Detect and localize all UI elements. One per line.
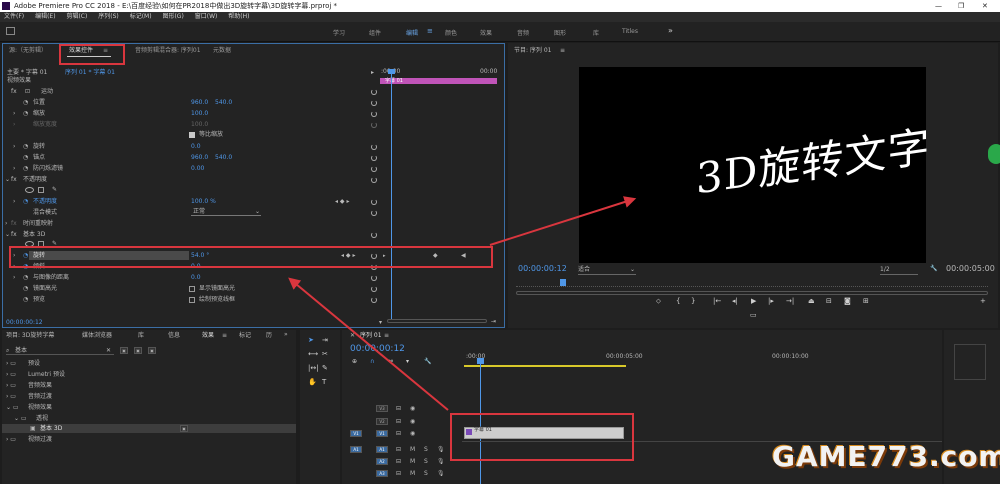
watermark-text: GAME773.com — [772, 440, 1000, 473]
arrow-to-program — [489, 196, 637, 246]
arrow-from-timeline — [288, 277, 449, 411]
annotation-arrows — [288, 196, 637, 411]
